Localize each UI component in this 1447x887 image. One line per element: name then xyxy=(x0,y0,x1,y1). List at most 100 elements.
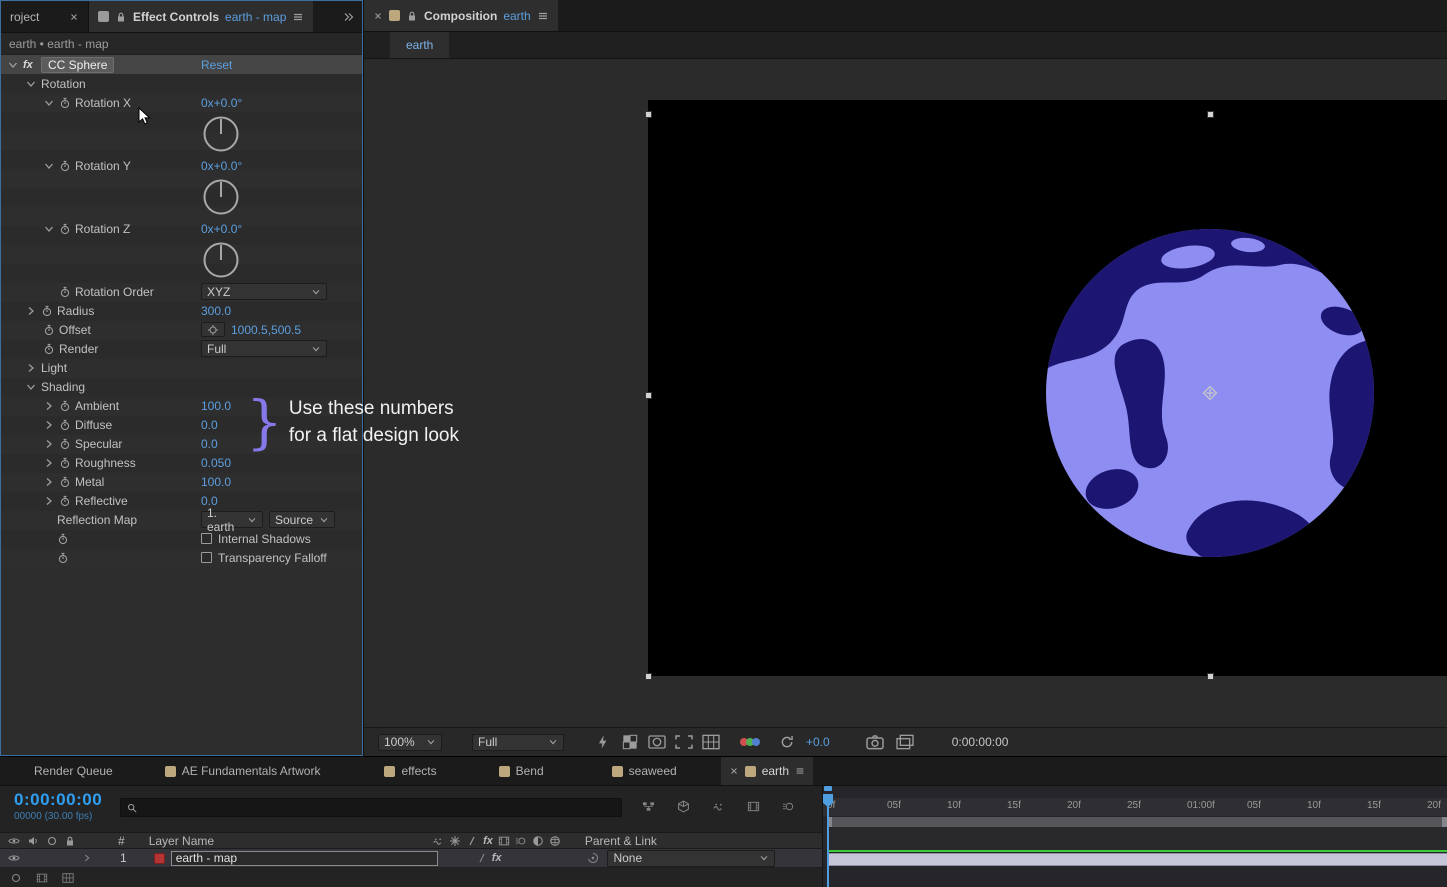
project-tab[interactable]: roject xyxy=(1,1,89,32)
close-icon[interactable] xyxy=(69,12,79,22)
timeline-search-input[interactable] xyxy=(120,798,622,817)
transparency-grid-icon[interactable] xyxy=(619,734,641,750)
ec-row-diffuse[interactable]: Diffuse0.0 xyxy=(1,415,362,434)
collapse-transformations-icon[interactable] xyxy=(449,835,461,847)
chevron-down-icon[interactable] xyxy=(25,78,37,90)
reflection-layer-dropdown[interactable]: 1. earth xyxy=(201,511,263,528)
chevron-down-icon[interactable] xyxy=(7,59,19,71)
quality-switch-icon[interactable] xyxy=(476,852,488,864)
layer-name-field[interactable]: earth - map xyxy=(171,851,438,866)
property-value[interactable]: 0.0 xyxy=(201,437,218,451)
shy-icon[interactable] xyxy=(432,835,444,847)
composition-frame[interactable] xyxy=(648,100,1447,676)
ec-row-internal-shadows[interactable]: Internal Shadows xyxy=(1,529,362,548)
chevron-right-icon[interactable] xyxy=(25,305,37,317)
parent-pickwhip-icon[interactable] xyxy=(587,852,599,864)
toggle-transfer-controls-icon[interactable] xyxy=(36,872,48,884)
ec-row-shading[interactable]: Shading xyxy=(1,377,362,396)
ec-row-metal[interactable]: Metal100.0 xyxy=(1,472,362,491)
selection-handle[interactable] xyxy=(645,673,652,680)
property-value[interactable]: 100.0 xyxy=(201,475,231,489)
grid-and-guides-icon[interactable] xyxy=(700,734,722,750)
layer-label-color[interactable] xyxy=(154,853,165,864)
property-value[interactable]: 0.0 xyxy=(201,418,218,432)
ec-row-rotation-x[interactable]: Rotation X0x+0.0° xyxy=(1,93,362,154)
reset-button[interactable]: Reset xyxy=(201,58,232,72)
ec-row-rotation-z[interactable]: Rotation Z0x+0.0° xyxy=(1,219,362,280)
stopwatch-icon[interactable] xyxy=(59,286,71,298)
viewer-tab-earth[interactable]: earth xyxy=(390,32,449,58)
selection-handle[interactable] xyxy=(1207,111,1214,118)
rotation-y-dial[interactable] xyxy=(201,177,241,217)
ec-row-cc-sphere[interactable]: fxCC SphereReset xyxy=(1,55,362,74)
ec-row-offset[interactable]: Offset1000.5,500.5 xyxy=(1,320,362,339)
anchor-point-icon[interactable] xyxy=(1202,385,1218,401)
stopwatch-icon[interactable] xyxy=(59,495,71,507)
property-value[interactable]: 0.050 xyxy=(201,456,231,470)
property-value[interactable]: 0x+0.0° xyxy=(201,96,242,110)
3d-layer-icon[interactable] xyxy=(549,835,561,847)
chevron-right-icon[interactable] xyxy=(43,419,55,431)
stopwatch-icon[interactable] xyxy=(59,438,71,450)
exposure-value[interactable]: +0.0 xyxy=(806,735,830,749)
layer-visibility-icon[interactable] xyxy=(8,852,20,864)
property-value[interactable]: 0x+0.0° xyxy=(201,159,242,173)
property-value[interactable]: 0x+0.0° xyxy=(201,222,242,236)
ec-row-reflective[interactable]: Reflective0.0 xyxy=(1,491,362,510)
stopwatch-icon[interactable] xyxy=(59,419,71,431)
layer-duration-bar[interactable] xyxy=(827,853,1447,866)
resolution-select[interactable]: Full xyxy=(472,734,564,751)
selection-handle[interactable] xyxy=(645,111,652,118)
preview-timecode[interactable]: 0:00:00:00 xyxy=(952,735,1009,749)
stopwatch-icon[interactable] xyxy=(57,533,69,545)
layer-expand-icon[interactable] xyxy=(82,853,92,863)
current-timecode[interactable]: 0:00:00:00 xyxy=(14,790,102,810)
motion-blur-icon[interactable] xyxy=(515,835,527,847)
reflection-source-dropdown[interactable]: Source xyxy=(269,511,335,528)
close-icon[interactable] xyxy=(373,11,383,21)
draft-3d-icon[interactable] xyxy=(677,800,690,813)
timeline-tab-seaweed[interactable]: seaweed xyxy=(604,757,685,785)
ec-row-light[interactable]: Light xyxy=(1,358,362,377)
property-value[interactable]: 100.0 xyxy=(201,399,231,413)
rotation-order-dropdown[interactable]: XYZ xyxy=(201,283,327,300)
stopwatch-icon[interactable] xyxy=(59,476,71,488)
timeline-tab-ae-fundamentals-artwork[interactable]: AE Fundamentals Artwork xyxy=(157,757,329,785)
chevron-down-icon[interactable] xyxy=(43,97,55,109)
quality-icon[interactable] xyxy=(466,835,478,847)
time-ruler[interactable]: 0f05f10f15f20f25f01:00f05f10f15f20f xyxy=(823,798,1447,816)
ec-row-rotation[interactable]: Rotation xyxy=(1,74,362,93)
chevron-right-icon[interactable] xyxy=(43,438,55,450)
adjustment-layer-icon[interactable] xyxy=(532,835,544,847)
ec-row-rotation-y[interactable]: Rotation Y0x+0.0° xyxy=(1,156,362,217)
ec-row-roughness[interactable]: Roughness0.050 xyxy=(1,453,362,472)
frame-blending-icon[interactable] xyxy=(747,800,760,813)
panel-menu-icon[interactable] xyxy=(537,10,549,22)
set-point-button[interactable] xyxy=(201,322,225,337)
hide-shy-layers-icon[interactable] xyxy=(712,800,725,813)
current-time-block[interactable]: 0:00:00:00 00000 (30.00 fps) xyxy=(14,790,102,822)
time-navigator-handle[interactable] xyxy=(824,786,832,791)
region-of-interest-icon[interactable] xyxy=(673,734,695,750)
comp-mini-flowchart-icon[interactable] xyxy=(642,800,655,813)
chevron-down-icon[interactable] xyxy=(43,160,55,172)
rotation-z-dial[interactable] xyxy=(201,240,241,280)
chevron-right-icon[interactable] xyxy=(43,457,55,469)
property-value[interactable]: 300.0 xyxy=(201,304,231,318)
chevron-right-icon[interactable] xyxy=(43,476,55,488)
ec-row-ambient[interactable]: Ambient100.0 xyxy=(1,396,362,415)
effect-controls-tab[interactable]: Effect Controls earth - map xyxy=(89,1,313,32)
show-channel-icon[interactable] xyxy=(742,738,760,746)
timeline-track[interactable]: 0f05f10f15f20f25f01:00f05f10f15f20f xyxy=(822,786,1447,887)
stopwatch-icon[interactable] xyxy=(41,305,53,317)
selection-handle[interactable] xyxy=(645,392,652,399)
chevron-down-icon[interactable] xyxy=(43,223,55,235)
toggle-in-out-columns-icon[interactable] xyxy=(62,872,74,884)
lock-icon[interactable] xyxy=(115,11,127,23)
composition-tab[interactable]: Composition earth xyxy=(364,0,558,31)
timeline-tab-earth[interactable]: earth xyxy=(721,757,813,785)
fx-switch-icon[interactable]: fx xyxy=(483,835,493,847)
show-snapshot-icon[interactable] xyxy=(894,734,916,750)
stopwatch-icon[interactable] xyxy=(59,97,71,109)
chevron-right-icon[interactable] xyxy=(25,362,37,374)
